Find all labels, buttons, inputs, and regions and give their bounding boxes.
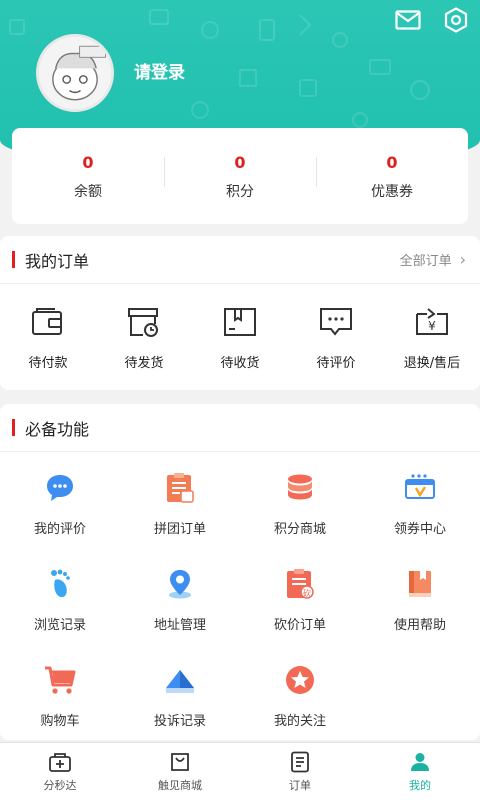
svg-text:¥: ¥: [428, 319, 436, 333]
bargain-icon: 砍: [280, 564, 320, 604]
tab-label: 订单: [289, 779, 311, 792]
func-help[interactable]: 使用帮助: [360, 564, 480, 660]
stat-label: 优惠券: [371, 184, 413, 200]
shopping-bag-icon: [120, 749, 240, 775]
svg-text:砍: 砍: [303, 588, 311, 598]
stat-coupons[interactable]: 0 优惠券: [316, 151, 468, 201]
coupon-icon: [400, 468, 440, 508]
func-label: 我的关注: [273, 714, 326, 729]
all-orders-label: 全部订单: [399, 254, 452, 269]
avatar[interactable]: [36, 34, 114, 112]
order-pending-review[interactable]: 待评价: [288, 302, 384, 371]
section-accent-bar: [12, 419, 15, 436]
func-points-mall[interactable]: 积分商城: [240, 468, 360, 564]
package-icon: [220, 302, 260, 342]
func-label: 使用帮助: [393, 618, 446, 633]
account-stats-card: 0 余额 0 积分 0 优惠券: [12, 128, 468, 224]
complaint-icon: [160, 660, 200, 700]
tab-mine[interactable]: 我的: [360, 743, 480, 800]
login-prompt[interactable]: 请登录: [134, 58, 185, 83]
stat-value: 0: [386, 153, 398, 172]
yen-return-icon: ¥: [412, 302, 452, 342]
flash-box-icon: [0, 749, 120, 775]
order-label: 待评价: [316, 356, 356, 371]
orders-header: 我的订单 全部订单 ›: [0, 236, 480, 284]
tab-orders[interactable]: 订单: [240, 743, 360, 800]
tab-label: 分秒达: [43, 779, 77, 792]
cart-icon: [40, 660, 80, 700]
settings-icon[interactable]: [442, 6, 470, 34]
order-doc-icon: [240, 749, 360, 775]
func-browse-history[interactable]: 浏览记录: [0, 564, 120, 660]
tab-label: 我的: [409, 779, 431, 792]
order-pending-shipment[interactable]: 待发货: [96, 302, 192, 371]
section-title: 我的订单: [25, 251, 90, 271]
func-address-management[interactable]: 地址管理: [120, 564, 240, 660]
bottom-tab-bar: 分秒达 触见商城 订单 我的: [0, 742, 480, 800]
order-pending-receipt[interactable]: 待收货: [192, 302, 288, 371]
stat-label: 积分: [226, 184, 254, 200]
order-pending-payment[interactable]: 待付款: [0, 302, 96, 371]
my-orders-card: 我的订单 全部订单 › 待付款 待发货 待收货 待评价 ¥ 退换/售后: [0, 236, 480, 390]
func-label: 积分商城: [273, 522, 326, 537]
chevron-right-icon: ›: [459, 250, 466, 269]
person-icon: [360, 749, 480, 775]
star-icon: [280, 660, 320, 700]
tab-mall[interactable]: 触见商城: [120, 743, 240, 800]
func-group-orders[interactable]: 拼团订单: [120, 468, 240, 564]
tab-label: 触见商城: [158, 779, 202, 792]
group-order-icon: [160, 468, 200, 508]
order-label: 待付款: [28, 356, 68, 371]
func-label: 购物车: [40, 714, 80, 729]
stat-value: 0: [82, 153, 94, 172]
func-label: 投诉记录: [153, 714, 206, 729]
coins-stack-icon: [280, 468, 320, 508]
func-label: 我的评价: [33, 522, 86, 537]
stat-value: 0: [234, 153, 246, 172]
stat-balance[interactable]: 0 余额: [12, 151, 164, 201]
order-after-sales[interactable]: ¥ 退换/售后: [384, 302, 480, 371]
func-label: 拼团订单: [153, 522, 206, 537]
func-label: 浏览记录: [33, 618, 86, 633]
functions-header: 必备功能: [0, 404, 480, 452]
section-accent-bar: [12, 251, 15, 268]
func-label: 领券中心: [393, 522, 446, 537]
comment-icon: [316, 302, 356, 342]
order-label: 待收货: [220, 356, 260, 371]
func-coupon-center[interactable]: 领券中心: [360, 468, 480, 564]
func-label: 地址管理: [153, 618, 206, 633]
help-book-icon: [400, 564, 440, 604]
tab-fenmiaoda[interactable]: 分秒达: [0, 743, 120, 800]
order-label: 待发货: [124, 356, 164, 371]
mail-icon[interactable]: [394, 6, 422, 34]
wallet-icon: [28, 302, 68, 342]
func-label: 砍价订单: [273, 618, 326, 633]
stat-points[interactable]: 0 积分: [164, 151, 316, 201]
func-bargain-orders[interactable]: 砍 砍价订单: [240, 564, 360, 660]
section-title: 必备功能: [25, 419, 90, 439]
all-orders-link[interactable]: 全部订单 ›: [400, 250, 466, 269]
func-my-reviews[interactable]: 我的评价: [0, 468, 120, 564]
order-label: 退换/售后: [403, 356, 461, 371]
stat-label: 余额: [74, 184, 102, 200]
footprint-icon: [40, 564, 80, 604]
box-clock-icon: [124, 302, 164, 342]
chat-bubble-icon: [40, 468, 80, 508]
essential-functions-card: 必备功能 我的评价 拼团订单 积分商城 领券中心 浏览记录 地址管理 砍 砍价订…: [0, 404, 480, 740]
location-pin-icon: [160, 564, 200, 604]
